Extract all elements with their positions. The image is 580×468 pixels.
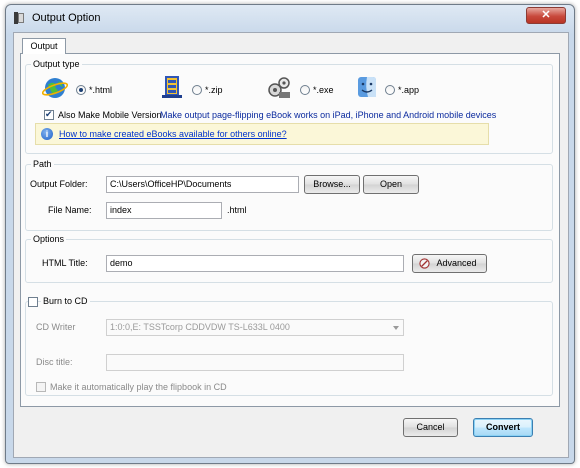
help-tip-bar: i How to make created eBooks available f… (35, 123, 489, 145)
chevron-down-icon (393, 326, 399, 330)
output-type-title: Output type (31, 59, 82, 69)
advanced-settings-icon (419, 258, 430, 269)
mobile-version-note: Make output page-flipping eBook works on… (160, 110, 497, 120)
zip-radio-label[interactable]: *.zip (205, 85, 223, 95)
info-icon: i (41, 128, 53, 140)
path-group: Path Output Folder: C:\Users\OfficeHP\Do… (25, 159, 553, 231)
path-title: Path (31, 159, 54, 169)
disc-title-field[interactable] (106, 354, 404, 371)
output-folder-field[interactable]: C:\Users\OfficeHP\Documents (106, 176, 299, 193)
advanced-button[interactable]: Advanced (412, 254, 487, 273)
output-type-group: Output type *.html *.zip *.exe *.app ✔ A… (25, 59, 553, 154)
exe-gears-icon (268, 77, 290, 98)
app-radio-label[interactable]: *.app (398, 85, 419, 95)
cd-writer-value: 1:0:0,E: TSSTcorp CDDVDW TS-L633L 0400 (110, 322, 290, 332)
tab-output[interactable]: Output (22, 38, 66, 54)
cd-writer-select[interactable]: 1:0:0,E: TSSTcorp CDDVDW TS-L633L 0400 (106, 319, 404, 336)
output-tab-panel: Output type *.html *.zip *.exe *.app ✔ A… (20, 53, 560, 407)
file-extension-label: .html (227, 205, 247, 215)
zip-radio[interactable] (192, 85, 202, 95)
html-title-label: HTML Title: (42, 258, 88, 268)
zip-archive-icon (162, 76, 182, 98)
globe-icon (42, 78, 68, 98)
cd-writer-label: CD Writer (36, 322, 76, 332)
autoplay-label[interactable]: Make it automatically play the flipbook … (50, 382, 227, 392)
exe-radio-label[interactable]: *.exe (313, 85, 334, 95)
mobile-version-checkbox[interactable] (44, 109, 54, 120)
title-bar[interactable]: Output Option ✕ (6, 5, 574, 31)
online-ebooks-help-link[interactable]: How to make created eBooks available for… (59, 129, 287, 139)
close-button[interactable]: ✕ (526, 7, 566, 24)
close-icon: ✕ (541, 9, 551, 21)
html-radio-label[interactable]: *.html (89, 85, 112, 95)
burn-to-cd-checkbox[interactable] (28, 297, 38, 307)
file-name-label: File Name: (48, 205, 92, 215)
output-option-dialog: Output Option ✕ Output Output type *.htm… (5, 4, 575, 464)
open-button[interactable]: Open (363, 175, 419, 194)
exe-radio[interactable] (300, 85, 310, 95)
autoplay-checkbox[interactable] (36, 382, 46, 392)
burn-to-cd-label[interactable]: Burn to CD (41, 296, 90, 306)
app-radio[interactable] (385, 85, 395, 95)
options-group: Options HTML Title: demo Advanced (25, 234, 553, 283)
browse-button[interactable]: Browse... (304, 175, 360, 194)
html-radio[interactable] (76, 85, 86, 95)
convert-button[interactable]: Convert (473, 418, 533, 437)
dialog-body: Output Output type *.html *.zip *.exe *.… (13, 32, 569, 458)
options-title: Options (31, 234, 67, 244)
cancel-button[interactable]: Cancel (403, 418, 458, 437)
app-icon (14, 12, 24, 24)
mac-finder-icon (358, 77, 376, 97)
burn-to-cd-group: Burn to CD CD Writer 1:0:0,E: TSSTcorp C… (25, 296, 553, 396)
mobile-version-label[interactable]: Also Make Mobile Version (58, 110, 162, 120)
disc-title-label: Disc title: (36, 357, 73, 367)
html-title-field[interactable]: demo (106, 255, 404, 272)
dialog-title: Output Option (32, 12, 101, 24)
output-folder-label: Output Folder: (30, 179, 88, 189)
file-name-field[interactable]: index (106, 202, 222, 219)
advanced-button-label: Advanced (436, 258, 477, 268)
